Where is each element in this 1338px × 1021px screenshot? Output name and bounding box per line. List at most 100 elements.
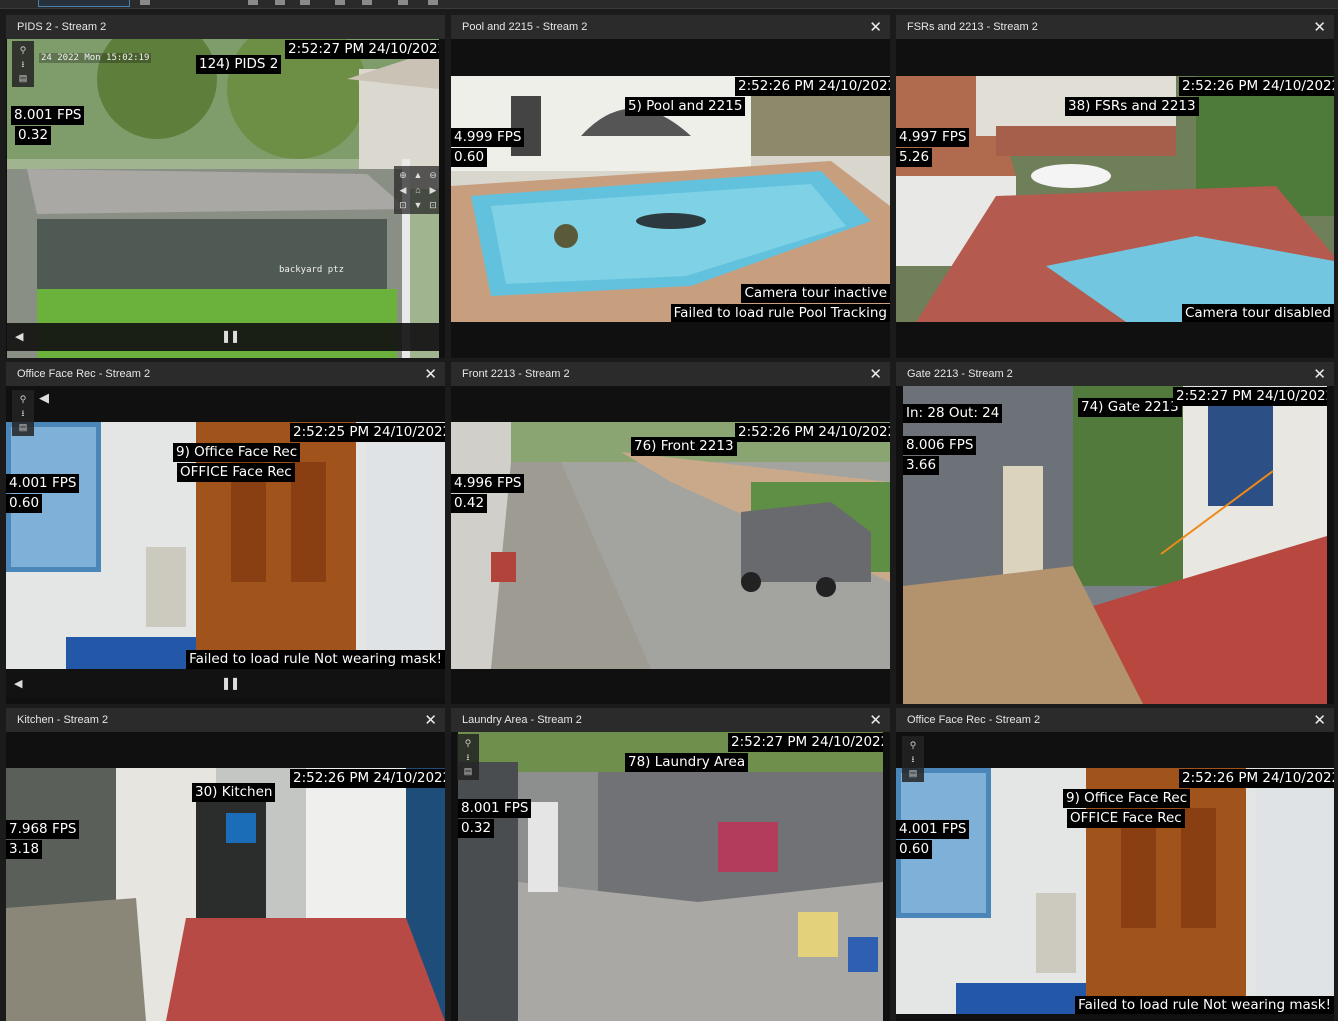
close-icon[interactable]: ✕ [1313, 713, 1326, 728]
toolbar-icon[interactable] [275, 0, 285, 5]
fps-readout: 4.001 FPS [896, 820, 970, 839]
zoom-icon[interactable]: ⚲ [20, 45, 27, 55]
timestamp: 2:52:26 PM 24/10/2022 [735, 423, 890, 442]
ptz-zoom-out-icon[interactable]: ⊖ [426, 168, 439, 182]
layout-icon[interactable] [140, 0, 150, 5]
bitrate-readout: 5.26 [896, 148, 933, 167]
toolbar-tab[interactable] [38, 0, 130, 7]
fps-readout: 4.996 FPS [451, 474, 525, 493]
ptz-left-arrow-icon[interactable]: ◀ [396, 183, 410, 197]
video-viewport[interactable]: 30) Kitchen 2:52:26 PM 24/10/2022 7.968 … [6, 732, 445, 1021]
timestamp: 2:52:26 PM 24/10/2022 [735, 77, 890, 96]
ptz-zoom-in-icon[interactable]: ⊕ [396, 168, 410, 182]
toolbar-icon[interactable] [362, 0, 372, 5]
zoom-icon[interactable]: ⚲ [910, 740, 917, 750]
close-icon[interactable]: ✕ [1313, 20, 1326, 35]
snapshot-icon[interactable]: ▤ [19, 422, 28, 432]
camera-tile-office-face-rec[interactable]: Office Face Rec - Stream 2 ✕ 9) Office F… [6, 362, 445, 704]
fps-readout: 8.001 FPS [11, 106, 85, 125]
pause-icon[interactable]: ❚❚ [221, 676, 240, 690]
camera-label-secondary: OFFICE Face Rec [1067, 809, 1185, 828]
ptz-down-arrow-icon[interactable]: ▼ [411, 198, 425, 212]
camera-tile-gate-2213[interactable]: Gate 2213 - Stream 2 ✕ 74) Gate 2213 2:5… [896, 362, 1334, 704]
video-frame[interactable]: 5) Pool and 2215 2:52:26 PM 24/10/2022 4… [451, 76, 890, 322]
camera-tile-kitchen[interactable]: Kitchen - Stream 2 ✕ 30) Kitchen 2:52:26… [6, 708, 445, 1021]
download-icon[interactable]: ⭳ [21, 408, 24, 418]
rule-status: Failed to load rule Not wearing mask! [186, 650, 445, 669]
tile-header: Office Face Rec - Stream 2 ✕ [896, 708, 1334, 732]
toolbar-icon[interactable] [248, 0, 258, 5]
zoom-icon[interactable]: ⚲ [20, 394, 27, 404]
camera-tile-front-2213[interactable]: Front 2213 - Stream 2 ✕ 76) Front 2213 2… [451, 362, 890, 704]
tile-header: Laundry Area - Stream 2 ✕ [451, 708, 890, 732]
camera-tile-fsrs-2213[interactable]: FSRs and 2213 - Stream 2 ✕ 38) FSRs and … [896, 15, 1334, 358]
ptz-lock-icon[interactable]: ⊡ [396, 198, 410, 212]
video-viewport[interactable]: 38) FSRs and 2213 2:52:26 PM 24/10/2022 … [896, 39, 1334, 358]
tile-header: FSRs and 2213 - Stream 2 ✕ [896, 15, 1334, 39]
video-viewport[interactable]: 74) Gate 2213 2:52:27 PM 24/10/2022 In: … [896, 386, 1334, 704]
video-image [903, 386, 1327, 704]
zoom-icon[interactable]: ⚲ [465, 738, 472, 748]
download-icon[interactable]: ⭳ [466, 752, 469, 762]
toolbar-icon[interactable] [428, 0, 438, 5]
tile-header: Pool and 2215 - Stream 2 ✕ [451, 15, 890, 39]
rewind-icon[interactable]: ◀ [14, 677, 22, 690]
bitrate-readout: 0.60 [6, 494, 43, 513]
video-viewport[interactable]: 76) Front 2213 2:52:26 PM 24/10/2022 4.9… [451, 386, 890, 704]
timestamp: 2:52:26 PM 24/10/2022 [290, 769, 445, 788]
video-viewport[interactable]: 78) Laundry Area 2:52:27 PM 24/10/2022 8… [451, 732, 890, 1021]
pause-icon[interactable]: ❚❚ [221, 329, 240, 343]
ptz-home-icon[interactable]: ⌂ [411, 183, 425, 197]
video-image [451, 422, 890, 669]
camera-tile-laundry-area[interactable]: Laundry Area - Stream 2 ✕ 78) Laundry Ar… [451, 708, 890, 1021]
camera-tile-pids-2[interactable]: PIDS 2 - Stream 2 24 2022 Mon 15:02:19 b… [6, 15, 445, 358]
toolbar-icon[interactable] [335, 0, 345, 5]
close-icon[interactable]: ✕ [1313, 367, 1326, 382]
rewind-icon[interactable]: ◀ [15, 330, 23, 343]
people-counter: In: 28 Out: 24 [903, 404, 1003, 423]
tile-title: Pool and 2215 - Stream 2 [462, 21, 588, 33]
tile-title: PIDS 2 - Stream 2 [17, 21, 107, 33]
video-viewport[interactable]: 9) Office Face Rec OFFICE Face Rec 2:52:… [896, 732, 1334, 1021]
tile-header: Office Face Rec - Stream 2 ✕ [6, 362, 445, 386]
camera-tile-office-face-rec-2[interactable]: Office Face Rec - Stream 2 ✕ 9) Office F… [896, 708, 1334, 1021]
snapshot-icon[interactable]: ▤ [464, 766, 473, 776]
top-toolbar [0, 0, 1338, 9]
video-viewport[interactable]: 9) Office Face Rec OFFICE Face Rec 2:52:… [6, 386, 445, 704]
close-icon[interactable]: ✕ [424, 367, 437, 382]
video-frame[interactable]: 9) Office Face Rec OFFICE Face Rec 2:52:… [896, 768, 1334, 1014]
close-icon[interactable]: ✕ [869, 367, 882, 382]
snapshot-icon[interactable]: ▤ [909, 768, 918, 778]
video-viewport[interactable]: 5) Pool and 2215 2:52:26 PM 24/10/2022 4… [451, 39, 890, 358]
snapshot-icon[interactable]: ▤ [19, 73, 28, 83]
timestamp: 2:52:27 PM 24/10/2022 [285, 40, 439, 59]
video-frame[interactable]: 30) Kitchen 2:52:26 PM 24/10/2022 7.968 … [6, 768, 445, 1021]
close-icon[interactable]: ✕ [869, 713, 882, 728]
video-side-toolbar: ⚲ ⭳ ▤ [457, 734, 479, 780]
ptz-lock-icon[interactable]: ⊡ [426, 198, 439, 212]
ptz-right-arrow-icon[interactable]: ▶ [426, 183, 439, 197]
video-frame[interactable]: 76) Front 2213 2:52:26 PM 24/10/2022 4.9… [451, 422, 890, 669]
camera-label: 38) FSRs and 2213 [1065, 97, 1199, 116]
tile-title: Front 2213 - Stream 2 [462, 368, 570, 380]
bitrate-readout: 3.18 [6, 840, 43, 859]
video-frame[interactable]: 78) Laundry Area 2:52:27 PM 24/10/2022 8… [458, 732, 883, 1021]
tile-header: Kitchen - Stream 2 ✕ [6, 708, 445, 732]
video-viewport[interactable]: 24 2022 Mon 15:02:19 backyard ptz 124) P… [6, 39, 445, 358]
camera-tile-pool-2215[interactable]: Pool and 2215 - Stream 2 ✕ 5) Pool and 2… [451, 15, 890, 358]
bitrate-readout: 0.42 [451, 494, 488, 513]
rule-status: Failed to load rule Not wearing mask! [1075, 996, 1334, 1014]
toolbar-icon[interactable] [300, 0, 310, 5]
close-icon[interactable]: ✕ [869, 20, 882, 35]
download-icon[interactable]: ⭳ [911, 754, 914, 764]
ptz-up-arrow-icon[interactable]: ▲ [411, 168, 425, 182]
video-frame[interactable]: 9) Office Face Rec OFFICE Face Rec 2:52:… [6, 422, 445, 669]
video-frame[interactable]: 74) Gate 2213 2:52:27 PM 24/10/2022 In: … [903, 386, 1327, 704]
toolbar-icon[interactable] [398, 0, 408, 5]
video-frame[interactable]: 38) FSRs and 2213 2:52:26 PM 24/10/2022 … [896, 76, 1334, 322]
download-icon[interactable]: ⭳ [21, 59, 24, 69]
back-arrow-icon[interactable]: ◀ [39, 390, 49, 406]
video-frame[interactable]: 24 2022 Mon 15:02:19 backyard ptz 124) P… [7, 39, 439, 358]
close-icon[interactable]: ✕ [424, 713, 437, 728]
tile-title: Laundry Area - Stream 2 [462, 714, 582, 726]
